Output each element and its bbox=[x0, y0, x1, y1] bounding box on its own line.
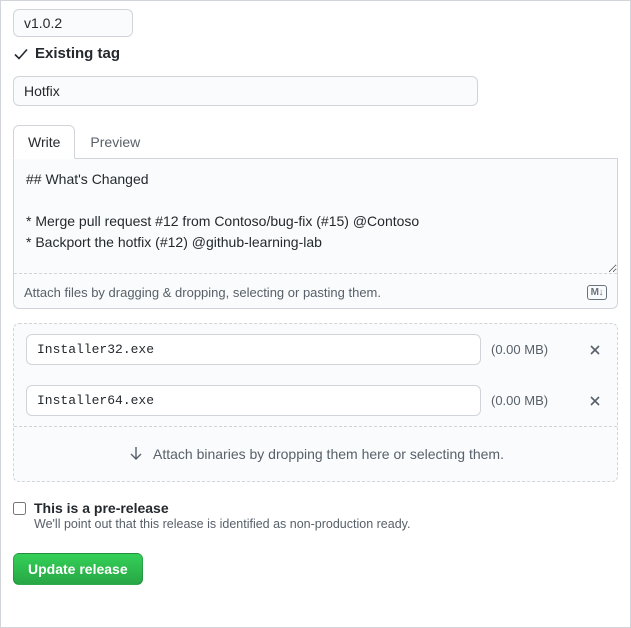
tag-status-row: Existing tag bbox=[13, 45, 618, 62]
prerelease-description: We'll point out that this release is ide… bbox=[34, 517, 410, 531]
attach-files-hint: Attach files by dragging & dropping, sel… bbox=[24, 285, 381, 300]
binary-name-input[interactable] bbox=[26, 334, 481, 365]
binaries-dropzone[interactable]: Attach binaries by dropping them here or… bbox=[14, 426, 617, 481]
close-icon bbox=[588, 343, 602, 357]
binary-size: (0.00 MB) bbox=[491, 393, 575, 408]
tag-selector[interactable]: v1.0.2 bbox=[13, 9, 133, 37]
markdown-icon: M↓ bbox=[587, 285, 607, 300]
submit-row: Update release bbox=[13, 553, 618, 585]
prerelease-label[interactable]: This is a pre-release bbox=[34, 500, 169, 516]
release-form: v1.0.2 Existing tag Write Preview Attach… bbox=[0, 0, 631, 628]
attach-files-hint-row[interactable]: Attach files by dragging & dropping, sel… bbox=[14, 277, 617, 308]
close-icon bbox=[588, 394, 602, 408]
prerelease-row: This is a pre-release We'll point out th… bbox=[13, 500, 618, 531]
check-icon bbox=[13, 46, 29, 62]
binaries-drop-hint: Attach binaries by dropping them here or… bbox=[153, 446, 504, 462]
remove-binary-button[interactable] bbox=[585, 391, 605, 411]
binary-row: (0.00 MB) bbox=[14, 324, 617, 375]
tab-preview[interactable]: Preview bbox=[75, 125, 155, 159]
tab-write[interactable]: Write bbox=[13, 125, 75, 159]
download-arrow-icon bbox=[127, 445, 145, 463]
binaries-section: (0.00 MB) (0.00 MB) Attach binaries by d… bbox=[13, 323, 618, 482]
description-textarea[interactable] bbox=[14, 159, 617, 274]
prerelease-checkbox[interactable] bbox=[13, 502, 26, 515]
description-wrapper: Attach files by dragging & dropping, sel… bbox=[13, 159, 618, 309]
release-title-input[interactable] bbox=[13, 76, 478, 106]
binary-size: (0.00 MB) bbox=[491, 342, 575, 357]
remove-binary-button[interactable] bbox=[585, 340, 605, 360]
update-release-button[interactable]: Update release bbox=[13, 553, 143, 585]
editor-tabs: Write Preview bbox=[13, 124, 618, 159]
binary-row: (0.00 MB) bbox=[14, 375, 617, 426]
tag-status-text: Existing tag bbox=[35, 45, 120, 62]
binary-name-input[interactable] bbox=[26, 385, 481, 416]
tag-value: v1.0.2 bbox=[24, 15, 62, 31]
